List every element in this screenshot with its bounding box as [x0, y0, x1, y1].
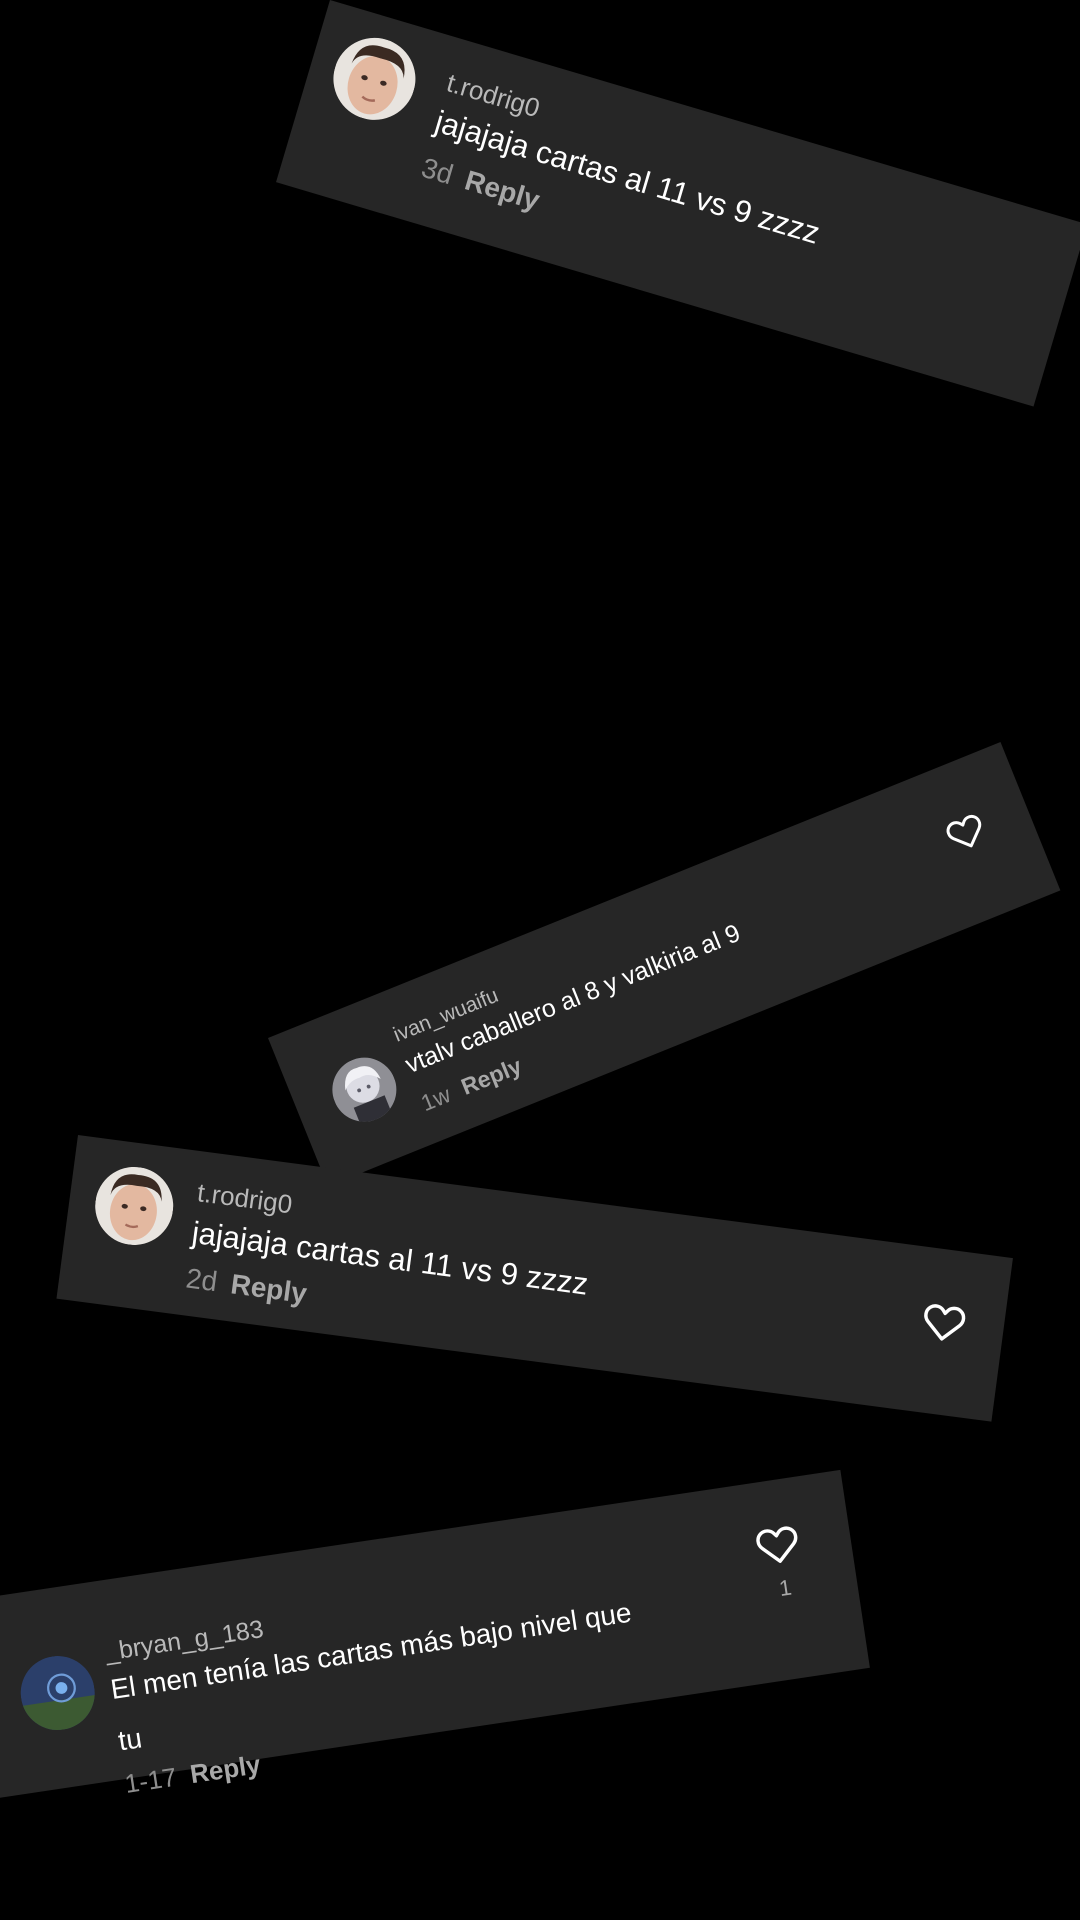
heart-outline-icon[interactable] — [754, 1523, 801, 1567]
comment-time: 1-17 — [122, 1761, 179, 1799]
avatar[interactable] — [322, 1048, 407, 1132]
comment-time: 2d — [184, 1262, 220, 1298]
avatar[interactable] — [323, 27, 426, 130]
reply-button[interactable]: Reply — [457, 1052, 525, 1100]
comment-card: t.rodrig0 jajajaja cartas al 11 vs 9 zzz… — [276, 0, 1080, 407]
reply-button[interactable]: Reply — [229, 1268, 309, 1309]
comment-time: 3d — [418, 151, 457, 191]
comment-meta: 1-17 Reply — [123, 1749, 263, 1800]
reply-button[interactable]: Reply — [188, 1749, 262, 1789]
heart-outline-icon[interactable] — [943, 810, 989, 855]
comment-time: 1w — [417, 1081, 455, 1117]
comment-text-continued: tu — [116, 1722, 144, 1757]
avatar[interactable] — [90, 1162, 178, 1250]
avatar[interactable] — [15, 1650, 100, 1736]
username[interactable]: t.rodrig0 — [195, 1177, 294, 1220]
comment-card: t.rodrig0 jajajaja cartas al 11 vs 9 zzz… — [56, 1135, 1013, 1422]
screen: t.rodrig0 jajajaja cartas al 11 vs 9 zzz… — [0, 0, 1080, 1920]
comment-card: ivan_wuaifu vtalv caballero al 8 y valki… — [268, 742, 1061, 1187]
reply-button[interactable]: Reply — [461, 165, 543, 216]
heart-outline-icon[interactable] — [921, 1301, 968, 1344]
comment-meta: 2d Reply — [184, 1262, 309, 1310]
comment-card: _bryan_g_183 El men tenía las cartas más… — [0, 1469, 870, 1800]
like-count: 1 — [777, 1574, 794, 1602]
